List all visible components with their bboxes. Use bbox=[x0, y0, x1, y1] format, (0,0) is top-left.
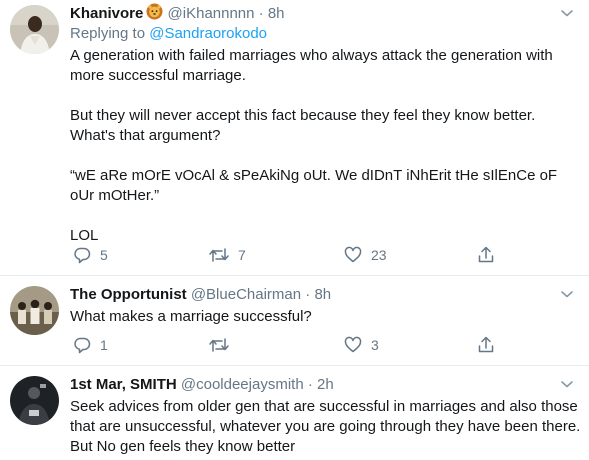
reply-button[interactable]: 5 bbox=[72, 244, 108, 266]
like-count: 23 bbox=[371, 247, 387, 263]
retweet-icon bbox=[208, 245, 230, 265]
heart-icon bbox=[343, 335, 363, 355]
tweet-paragraph: What makes a marriage successful? bbox=[70, 308, 312, 325]
replying-to: Replying to @Sandraorokodo bbox=[70, 24, 267, 44]
tweet-header: The Opportunist @BlueChairman · 8h bbox=[70, 284, 331, 306]
retweet-button[interactable] bbox=[208, 334, 238, 356]
tweet-paragraph: But they will never accept this fact bec… bbox=[70, 107, 540, 144]
reply-count: 1 bbox=[100, 337, 108, 353]
author-handle[interactable]: @BlueChairman bbox=[191, 286, 301, 303]
tweet-header: 1st Mar, SMITH @cooldeejaysmith · 2h bbox=[70, 374, 334, 396]
reply-icon bbox=[72, 245, 92, 265]
like-button[interactable]: 23 bbox=[343, 244, 387, 266]
tweet-1st-mar-smith[interactable]: 1st Mar, SMITH @cooldeejaysmith · 2h See… bbox=[0, 366, 589, 460]
author-handle[interactable]: @iKhannnnn bbox=[168, 5, 255, 22]
retweet-icon bbox=[208, 335, 230, 355]
avatar-the-opportunist[interactable] bbox=[10, 286, 59, 335]
author-name[interactable]: 1st Mar, SMITH bbox=[70, 376, 177, 393]
author-handle[interactable]: @cooldeejaysmith bbox=[181, 376, 304, 393]
replying-to-label: Replying to bbox=[70, 25, 150, 42]
avatar-1st-mar-smith[interactable] bbox=[10, 376, 59, 425]
tweet-paragraph: A generation with failed marriages who a… bbox=[70, 47, 557, 84]
retweet-count: 7 bbox=[238, 247, 246, 263]
tweet-time[interactable]: · 8h bbox=[259, 5, 285, 22]
mention-link[interactable]: @Sandraorokodo bbox=[149, 25, 267, 42]
reply-icon bbox=[72, 335, 92, 355]
share-icon bbox=[476, 245, 496, 265]
tweet-time[interactable]: · 8h bbox=[305, 286, 331, 303]
share-button[interactable] bbox=[476, 334, 496, 356]
chevron-down-icon[interactable] bbox=[558, 375, 576, 393]
tweet-paragraph: Seek advices from older gen that are suc… bbox=[70, 398, 585, 455]
share-button[interactable] bbox=[476, 244, 496, 266]
reply-count: 5 bbox=[100, 247, 108, 263]
tweet-header: Khanivore @iKhannnnn · 8h bbox=[70, 3, 285, 25]
tweet-khanivore[interactable]: Khanivore @iKhannnnn · 8h Replying to @S… bbox=[0, 0, 589, 275]
author-name[interactable]: The Opportunist bbox=[70, 286, 187, 303]
tweet-time[interactable]: · 2h bbox=[308, 376, 334, 393]
tweet-paragraph: “wE aRe mOrE vOcAl & sPeAkiNg oUt. We dI… bbox=[70, 167, 562, 204]
tweet-text: Seek advices from older gen that are suc… bbox=[70, 397, 582, 457]
reply-button[interactable]: 1 bbox=[72, 334, 108, 356]
retweet-button[interactable]: 7 bbox=[208, 244, 246, 266]
chevron-down-icon[interactable] bbox=[558, 285, 576, 303]
avatar-khanivore[interactable] bbox=[10, 5, 59, 54]
like-button[interactable]: 3 bbox=[343, 334, 379, 356]
chevron-down-icon[interactable] bbox=[558, 4, 576, 22]
tweet-the-opportunist[interactable]: The Opportunist @BlueChairman · 8h What … bbox=[0, 276, 589, 365]
heart-icon bbox=[343, 245, 363, 265]
tweet-actions: 5 7 23 bbox=[72, 244, 502, 266]
author-name[interactable]: Khanivore bbox=[70, 5, 143, 22]
like-count: 3 bbox=[371, 337, 379, 353]
tweet-text: What makes a marriage successful? bbox=[70, 307, 582, 327]
tweet-actions: 1 3 bbox=[72, 334, 502, 356]
share-icon bbox=[476, 335, 496, 355]
tweet-text: A generation with failed marriages who a… bbox=[70, 46, 582, 246]
tweet-paragraph: LOL bbox=[70, 227, 99, 244]
